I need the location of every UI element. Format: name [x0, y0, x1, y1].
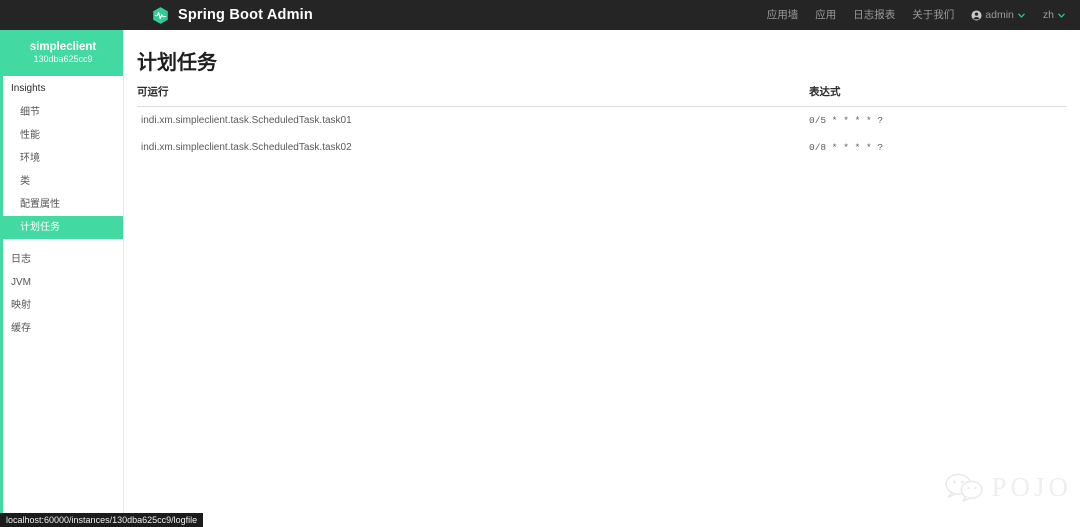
cell-expression: 0/5 * * * * ? [809, 114, 884, 126]
navbar-right: 应用墙 应用 日志报表 关于我们 admin zh [767, 0, 1066, 30]
sidebar-item-caches[interactable]: 缓存 [3, 317, 123, 340]
column-header-runnable: 可运行 [137, 86, 169, 98]
brand-title: Spring Boot Admin [178, 6, 313, 23]
sidebar-item-environment[interactable]: 环境 [3, 147, 123, 170]
cell-runnable: indi.xm.simpleclient.task.ScheduledTask.… [141, 141, 352, 153]
user-circle-icon [971, 9, 982, 21]
sidebar-item-performance[interactable]: 性能 [3, 124, 123, 147]
cell-runnable: indi.xm.simpleclient.task.ScheduledTask.… [141, 114, 352, 126]
main-content: 计划任务 可运行 表达式 indi.xm.simpleclient.task.S… [124, 30, 1080, 527]
sidebar-instance-header[interactable]: simpleclient 130dba625cc9 [0, 30, 123, 76]
app-window: Spring Boot Admin 应用墙 应用 日志报表 关于我们 admin [0, 0, 1080, 527]
language-label: zh [1042, 8, 1054, 21]
sidebar-item-configprops[interactable]: 配置属性 [3, 193, 123, 216]
nav-link-log-report[interactable]: 日志报表 [853, 10, 895, 21]
table-row[interactable]: indi.xm.simpleclient.task.ScheduledTask.… [137, 134, 1067, 161]
language-menu[interactable]: zh [1043, 10, 1066, 21]
column-header-expression: 表达式 [809, 86, 841, 98]
sidebar: simpleclient 130dba625cc9 Insights 细节 性能… [0, 30, 124, 527]
user-menu[interactable]: admin [971, 10, 1026, 21]
brand[interactable]: Spring Boot Admin [151, 0, 313, 30]
top-navbar: Spring Boot Admin 应用墙 应用 日志报表 关于我们 admin [0, 0, 1080, 30]
table-row[interactable]: indi.xm.simpleclient.task.ScheduledTask.… [137, 107, 1067, 134]
table-header-row: 可运行 表达式 [137, 86, 1067, 107]
sidebar-item-logs[interactable]: 日志 [3, 248, 123, 271]
sidebar-section-insights: Insights [11, 83, 46, 94]
sidebar-nav: Insights 细节 性能 环境 类 配置属性 计划任务 日志 JVM 映射 … [0, 76, 123, 527]
sidebar-item-scheduled-tasks[interactable]: 计划任务 [3, 216, 123, 239]
sidebar-instance-id: 130dba625cc9 [33, 54, 93, 65]
sidebar-item-classes[interactable]: 类 [3, 170, 123, 193]
page-title: 计划任务 [137, 52, 217, 74]
sidebar-item-mappings[interactable]: 映射 [3, 294, 123, 317]
nav-link-app-wall[interactable]: 应用墙 [767, 10, 799, 21]
scheduled-tasks-table: 可运行 表达式 indi.xm.simpleclient.task.Schedu… [137, 86, 1067, 161]
sidebar-divider [3, 239, 123, 248]
nav-link-about-us[interactable]: 关于我们 [912, 10, 954, 21]
sidebar-app-name: simpleclient [29, 40, 97, 53]
chevron-down-icon [1017, 11, 1026, 20]
nav-link-applications[interactable]: 应用 [815, 10, 836, 21]
spring-boot-admin-pulse-hexagon-icon [151, 6, 170, 25]
status-bar-url: localhost:60000/instances/130dba625cc9/l… [0, 513, 204, 527]
sidebar-item-jvm[interactable]: JVM [3, 271, 123, 294]
sidebar-item-details[interactable]: 细节 [3, 101, 123, 124]
user-name-label: admin [985, 8, 1014, 21]
cell-expression: 0/8 * * * * ? [809, 141, 884, 153]
chevron-down-icon [1057, 11, 1066, 20]
